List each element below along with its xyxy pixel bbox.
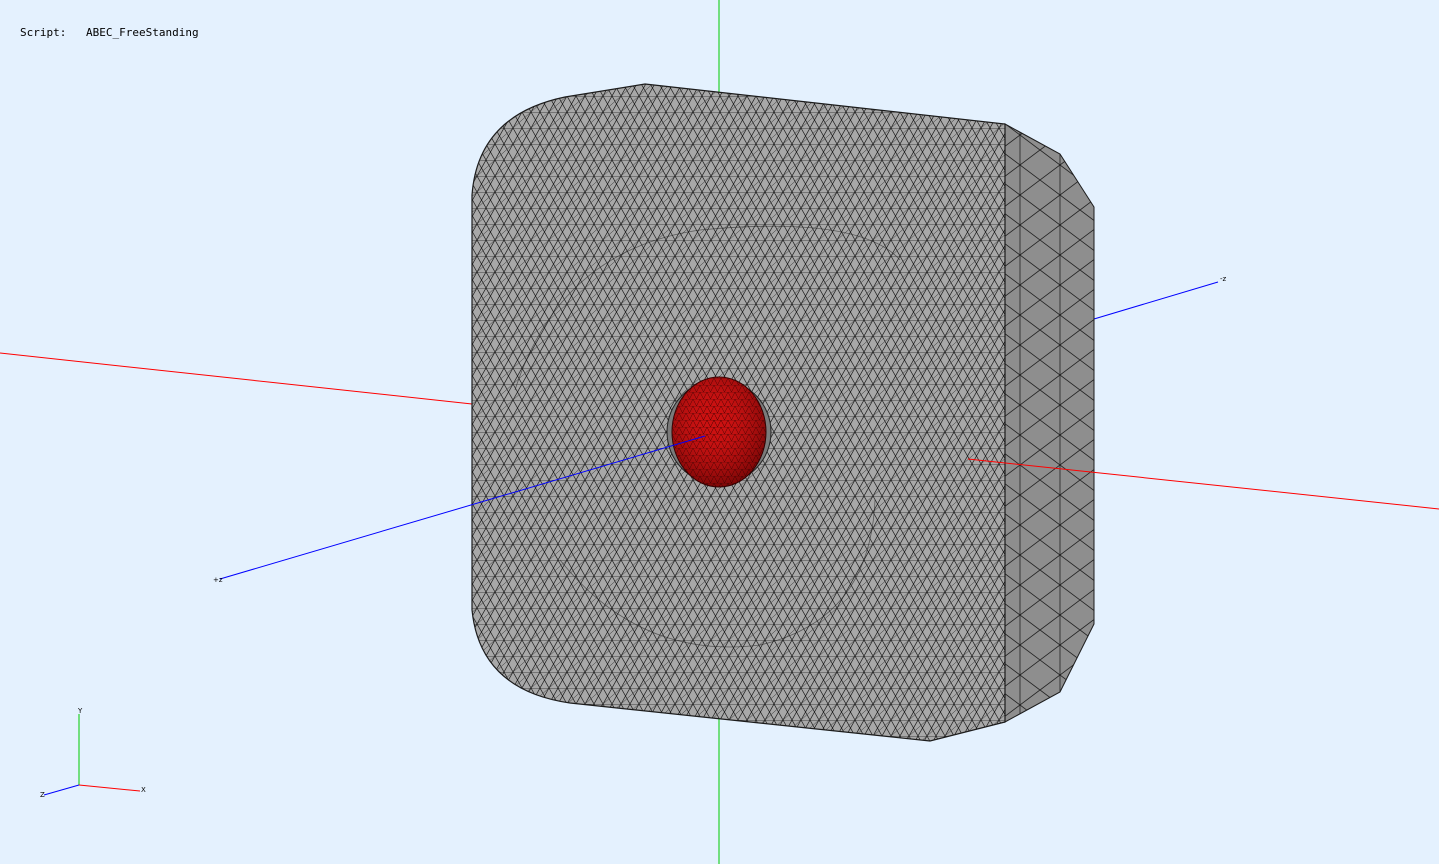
triad-x-label: X [141, 786, 146, 794]
enclosure-side-face [1004, 123, 1095, 723]
triad-z-label: Z [40, 791, 45, 799]
x-axis-line-left [0, 352, 473, 405]
triad-y-label: Y [77, 707, 83, 715]
z-minus-axis-line [1093, 281, 1219, 320]
viewport-3d[interactable]: -z +z Y X Z [0, 0, 1439, 864]
driver-dome-shade [672, 377, 766, 487]
script-name: ABEC_FreeStanding [86, 26, 199, 39]
z-plus-axis-label: +z [213, 576, 223, 584]
orientation-triad: Y X Z [40, 707, 146, 799]
triad-z-axis [43, 784, 80, 796]
script-label: Script: [20, 26, 67, 39]
z-minus-axis-label: -z [1220, 275, 1227, 283]
triad-x-axis [78, 784, 141, 792]
